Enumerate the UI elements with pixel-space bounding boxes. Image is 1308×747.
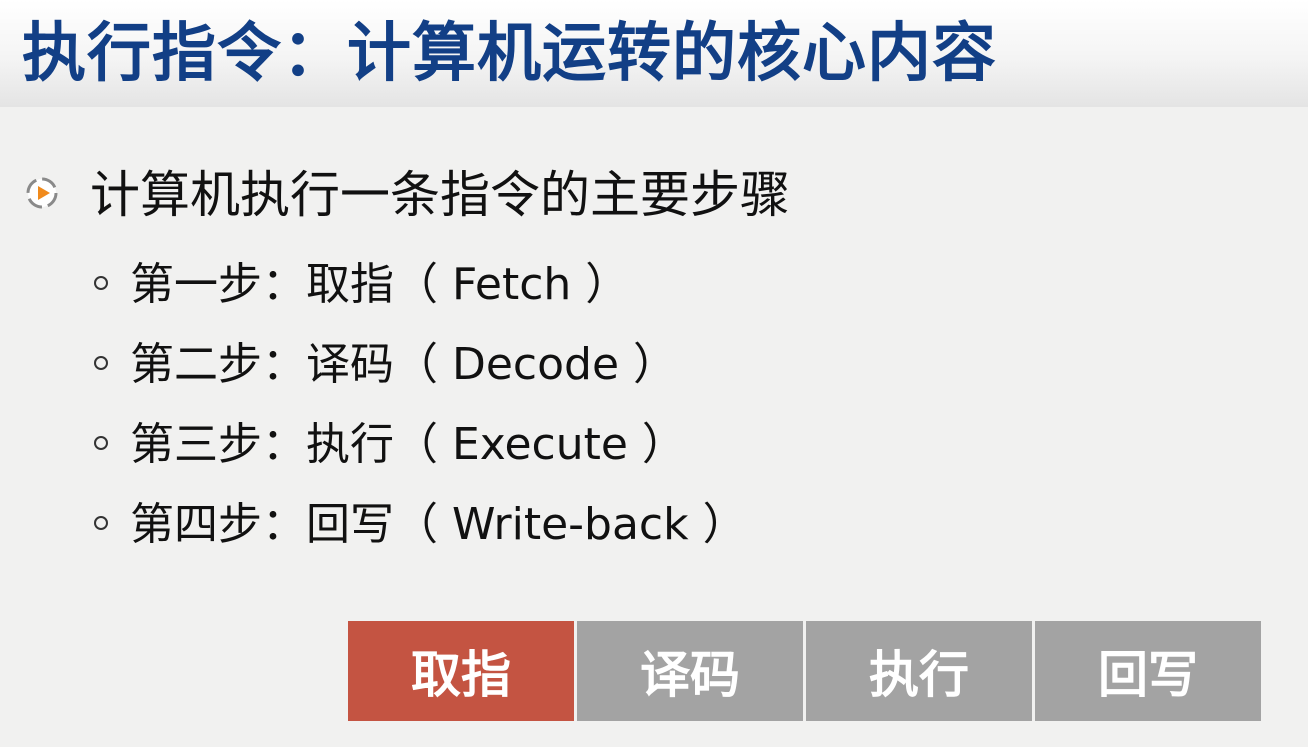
stage-writeback: 回写 xyxy=(1035,621,1261,721)
circle-bullet-icon xyxy=(94,516,108,530)
circle-bullet-icon xyxy=(94,436,108,450)
step-text: 第三步：执行（ Execute ） xyxy=(130,419,686,470)
title-band: 执行指令：计算机运转的核心内容 xyxy=(0,0,1308,107)
step-text: 第一步：取指（ Fetch ） xyxy=(130,259,630,310)
main-bullet-text: 计算机执行一条指令的主要步骤 xyxy=(90,166,790,224)
slide-title: 执行指令：计算机运转的核心内容 xyxy=(22,17,997,91)
step-item: 第三步：执行（ Execute ） xyxy=(94,417,686,473)
step-item: 第四步：回写（ Write-back ） xyxy=(94,497,747,553)
step-text: 第二步：译码（ Decode ） xyxy=(130,339,678,390)
circle-bullet-icon xyxy=(94,356,108,370)
stage-decode: 译码 xyxy=(577,621,803,721)
step-item: 第一步：取指（ Fetch ） xyxy=(94,257,629,313)
step-text: 第四步：回写（ Write-back ） xyxy=(130,499,747,550)
circle-bullet-icon xyxy=(94,276,108,290)
play-circle-icon xyxy=(26,177,58,209)
stage-bar: 取指 译码 执行 回写 xyxy=(348,621,1261,721)
stage-fetch: 取指 xyxy=(348,621,574,721)
stage-execute: 执行 xyxy=(806,621,1032,721)
step-item: 第二步：译码（ Decode ） xyxy=(94,337,677,393)
